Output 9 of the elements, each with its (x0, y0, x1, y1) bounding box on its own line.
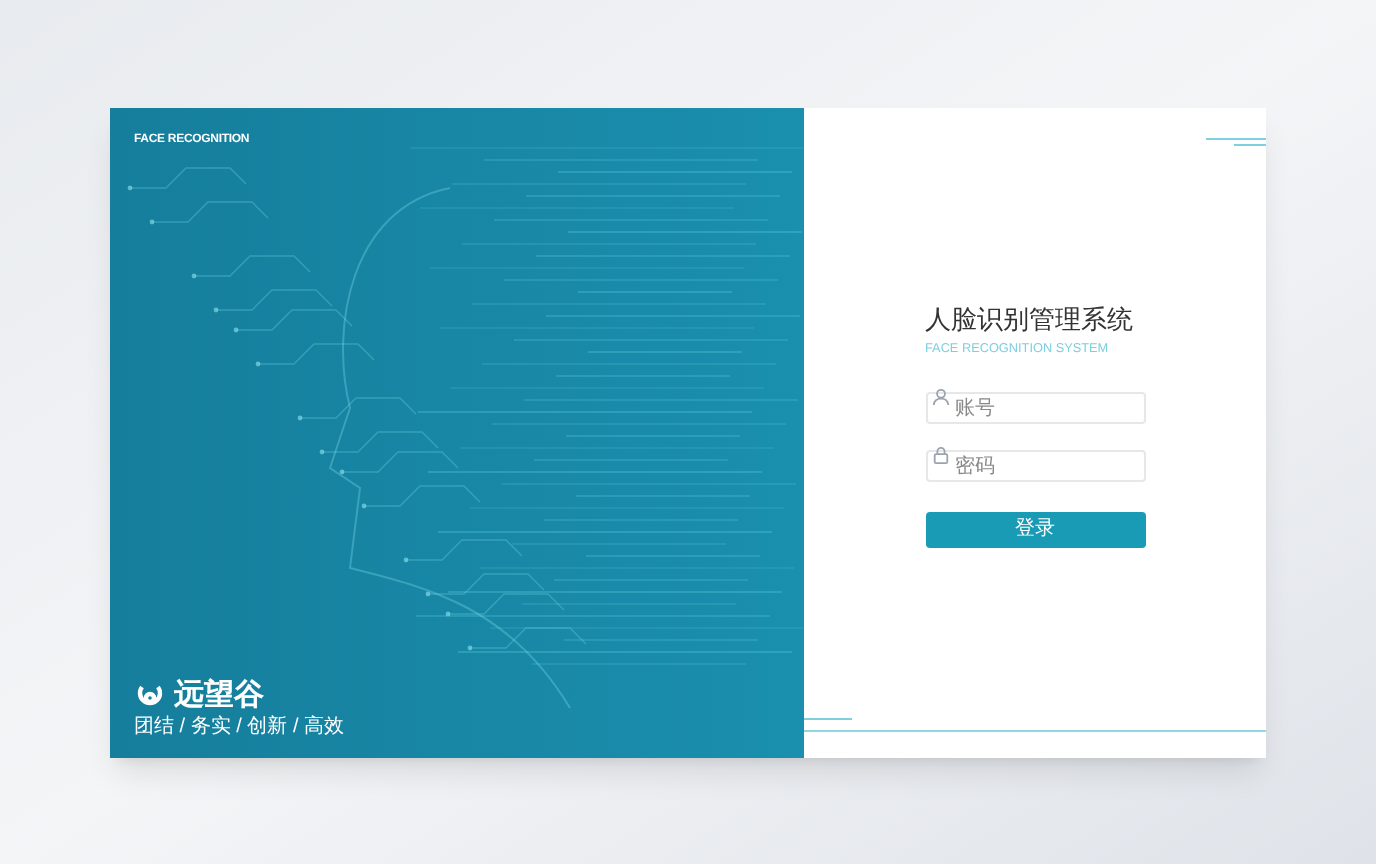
user-icon (931, 388, 949, 407)
input-field[interactable]: 账号 (925, 392, 1145, 425)
brand-name: 远望谷 (174, 680, 264, 710)
input-field[interactable]: 密码 (925, 450, 1145, 483)
logo-icon (134, 681, 166, 709)
system-title: 人脸识别管理系统 (925, 304, 1135, 337)
slogan: 团结 / 务实 / 创新 / 高效 (134, 718, 345, 738)
lock-icon (931, 446, 949, 465)
login-button[interactable]: 登录 (925, 511, 1145, 548)
